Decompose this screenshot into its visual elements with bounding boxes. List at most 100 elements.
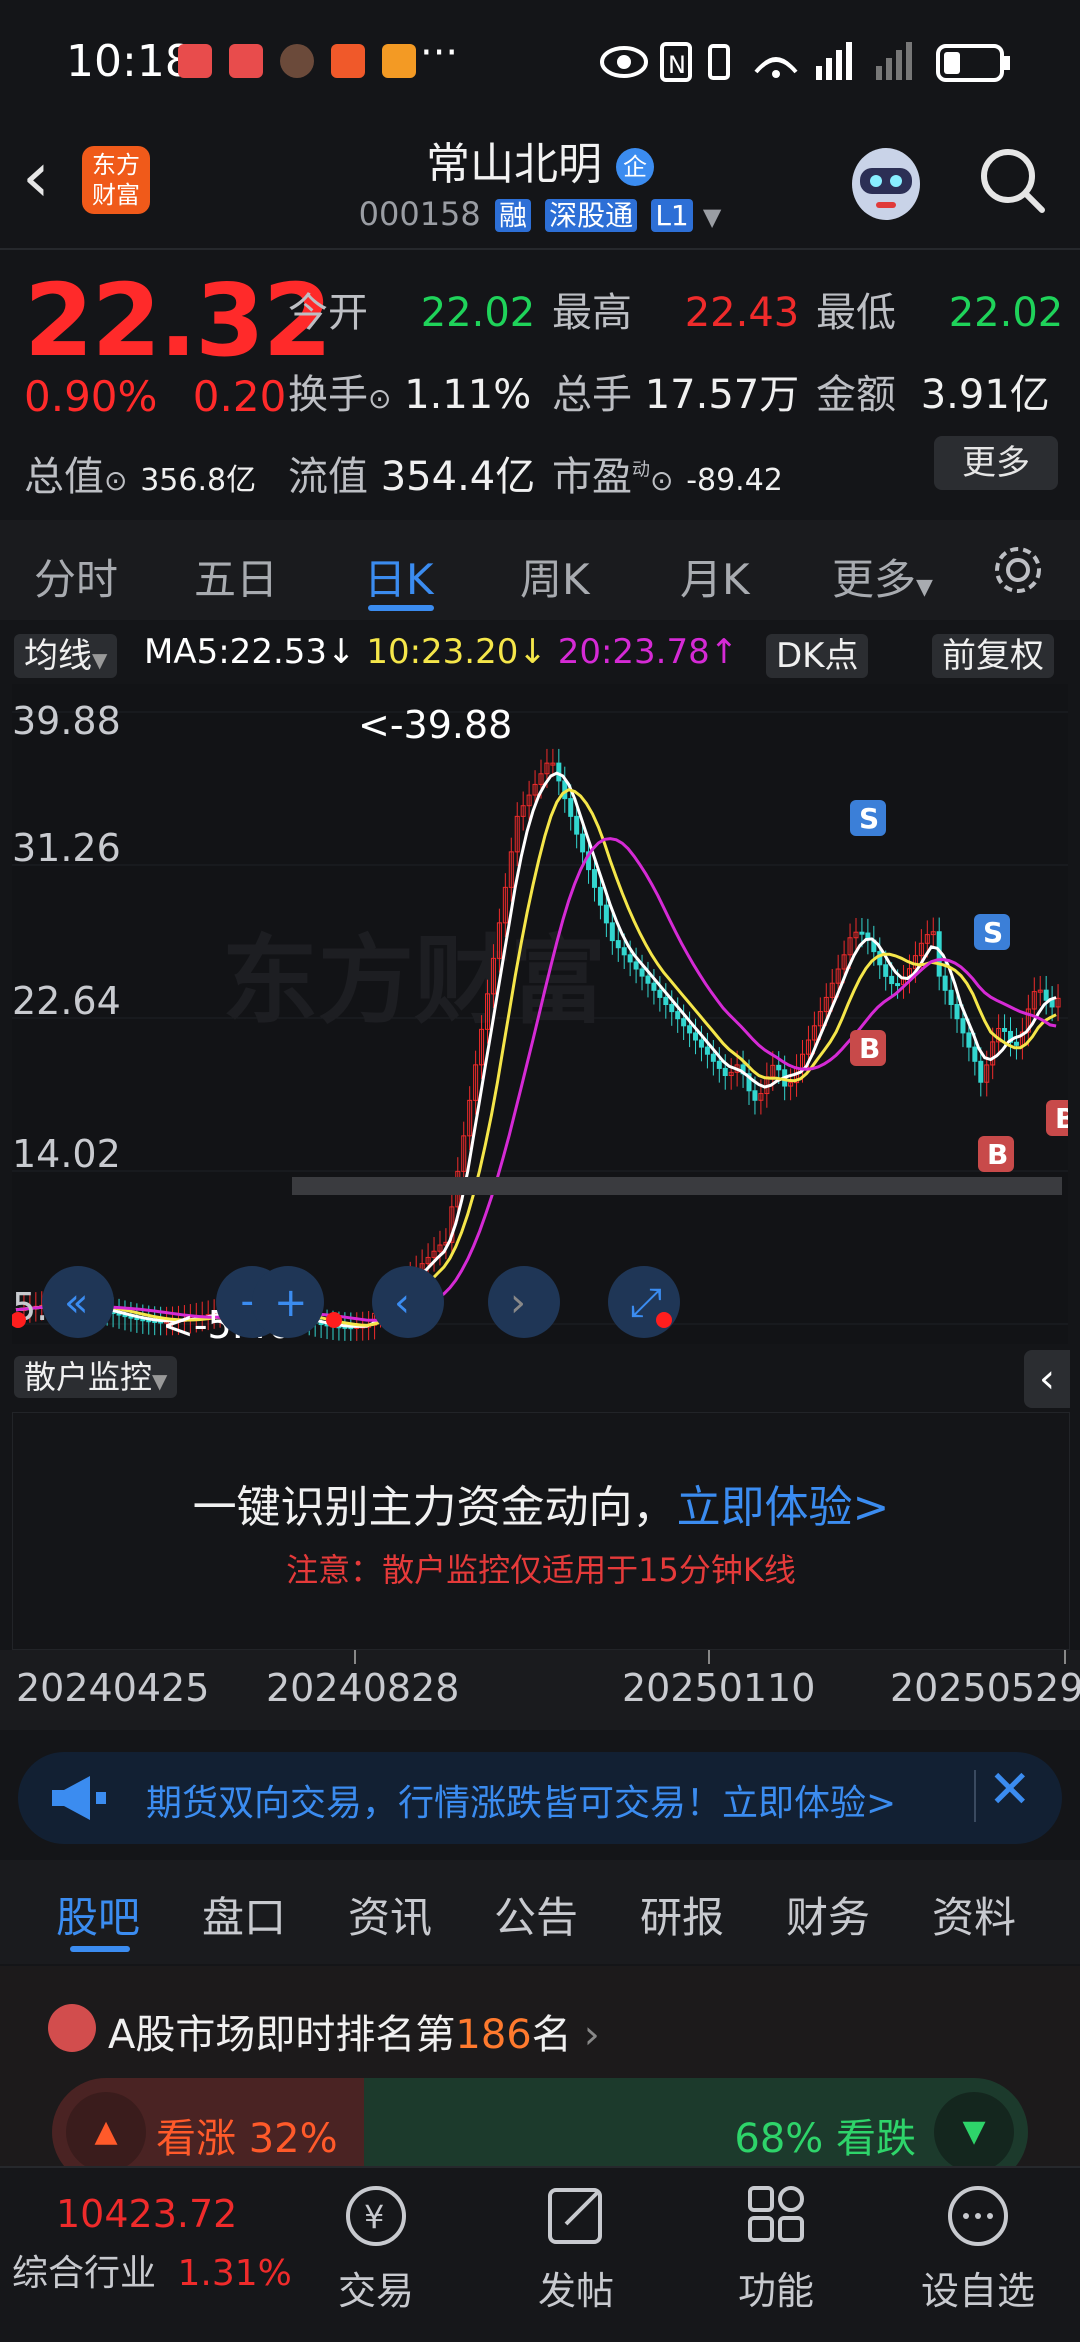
candle-body xyxy=(752,1090,758,1101)
info-icon[interactable]: ⊙ xyxy=(368,382,391,415)
svg-text:¥: ¥ xyxy=(364,2198,384,2236)
tab-guba[interactable]: 股吧 xyxy=(56,1884,140,1945)
adjust-label: 前复权 xyxy=(932,634,1054,678)
max-price-note: <-39.88 xyxy=(358,703,512,747)
scroll-left-button-glyph: ‹ xyxy=(394,1280,410,1326)
index-row[interactable]: 综合行业 1.31% xyxy=(12,2244,292,2296)
rank-prefix: A股市场即时排名第 xyxy=(108,2012,456,2058)
candle-body xyxy=(627,954,633,963)
dk-point-button[interactable]: DK点 xyxy=(766,628,869,678)
tab-profile[interactable]: 资料 xyxy=(932,1884,1016,1945)
ma-indicator-label: 均线 xyxy=(24,636,92,676)
nav-trade[interactable]: 交易 xyxy=(306,2260,446,2315)
more-quote-button[interactable]: 更多 xyxy=(934,436,1058,490)
index-value[interactable]: 10423.72 xyxy=(56,2192,237,2236)
total-value-label: 总值 xyxy=(24,454,104,500)
date-label: 20240425 xyxy=(16,1666,210,1710)
scroll-right-button-glyph: › xyxy=(510,1280,526,1326)
candle-body xyxy=(657,989,663,998)
tab-weekly-k[interactable]: 周K xyxy=(520,546,590,607)
rank-text[interactable]: A股市场即时排名第186名 › xyxy=(108,2002,600,2060)
tab-research[interactable]: 研报 xyxy=(640,1884,724,1945)
functions-grid-icon[interactable] xyxy=(706,2178,846,2254)
support-band xyxy=(292,1177,1062,1195)
candle-body xyxy=(663,996,669,1006)
tab-daily-k[interactable]: 日K xyxy=(364,546,434,607)
info-icon[interactable]: ⊙ xyxy=(650,464,673,497)
search-icon[interactable] xyxy=(978,146,1048,216)
vote-down-button[interactable]: ▼ xyxy=(934,2092,1014,2172)
megaphone-icon xyxy=(52,1776,106,1820)
bull-label: 看涨 32% xyxy=(156,2116,338,2162)
candle-body xyxy=(972,1046,978,1062)
y-axis-label: 39.88 xyxy=(12,699,121,743)
vote-up-button[interactable]: ▲ xyxy=(66,2092,146,2172)
kline-chart[interactable]: 东方财富39.8831.2622.6414.025.40<-39.88<-5.4… xyxy=(10,684,1080,1347)
ma-values: MA5:22.53↓ 10:23.20↓ 20:23.78↑ xyxy=(144,632,738,672)
promo-banner[interactable]: 期货双向交易，行情涨跌皆可交易！立即体验> ✕ xyxy=(18,1752,1062,1844)
trade-icon[interactable]: ¥ xyxy=(306,2178,446,2254)
tab-intraday[interactable]: 分时 xyxy=(34,546,118,607)
adjust-mode-button[interactable]: 前复权 xyxy=(932,628,1054,678)
candle-body xyxy=(716,1060,722,1069)
open-label: 今开 xyxy=(288,290,368,336)
candle-body xyxy=(1049,999,1055,1008)
y-axis-label: 22.64 xyxy=(12,979,121,1023)
date-label: 20250529 xyxy=(890,1666,1080,1710)
collapse-panel-button[interactable]: ‹ xyxy=(1024,1350,1070,1408)
candle-body xyxy=(633,961,639,970)
candle-body xyxy=(1013,1041,1019,1046)
high-label: 最高 xyxy=(552,290,632,336)
ma-indicator-dropdown[interactable]: 均线▼ xyxy=(14,628,118,678)
y-axis-label: 14.02 xyxy=(12,1132,121,1176)
date-tick xyxy=(354,1650,356,1664)
y-axis-label: 31.26 xyxy=(12,826,121,870)
monitor-cta-link[interactable]: 立即体验> xyxy=(677,1482,890,1533)
divider xyxy=(974,1770,976,1822)
candle-body xyxy=(645,975,651,984)
tab-monthly-k[interactable]: 月K xyxy=(680,546,750,607)
nav-post[interactable]: 发帖 xyxy=(506,2260,646,2315)
volume-label: 总手 xyxy=(552,372,632,418)
banner-text: 期货双向交易，行情涨跌皆可交易！立即体验> xyxy=(146,1783,897,1824)
candle-body xyxy=(978,1060,984,1083)
monitor-dropdown[interactable]: 散户监控▼ xyxy=(14,1352,178,1398)
amount-label: 金额 xyxy=(816,372,896,418)
candle-body xyxy=(609,922,615,942)
tab-news[interactable]: 资讯 xyxy=(348,1884,432,1945)
status-time: 10:18 xyxy=(66,36,193,87)
zoom-in-button-glyph: + xyxy=(274,1280,308,1326)
candle-body xyxy=(568,798,574,817)
settings-gear-icon[interactable] xyxy=(990,542,1046,598)
tab-orderbook[interactable]: 盘口 xyxy=(202,1884,286,1945)
low-value: 22.02 xyxy=(948,290,1064,336)
tab-finance[interactable]: 财务 xyxy=(786,1884,870,1945)
tab-announcements[interactable]: 公告 xyxy=(494,1884,578,1945)
scroll-left-fast-button-glyph: « xyxy=(64,1280,88,1326)
candle-body xyxy=(693,1032,699,1041)
nav-add-watchlist[interactable]: 设自选 xyxy=(908,2260,1048,2315)
pe-row: 市盈动⊙ -89.42 xyxy=(552,444,783,502)
volume-value: 17.57万 xyxy=(644,372,800,418)
turnover-row: 换手⊙ 1.11% xyxy=(288,362,531,420)
info-icon[interactable]: ⊙ xyxy=(104,464,127,497)
float-value-label: 流值 xyxy=(288,454,368,500)
tab-more[interactable]: 更多▼ xyxy=(832,546,933,607)
rank-number: 186 xyxy=(455,2012,532,2058)
assistant-robot-icon[interactable] xyxy=(846,138,926,228)
close-icon[interactable]: ✕ xyxy=(988,1760,1032,1820)
pe-label: 市盈 xyxy=(552,454,632,500)
candle-body xyxy=(776,1064,782,1071)
stock-name: 常山北明 xyxy=(426,139,602,190)
more-circle-icon[interactable] xyxy=(908,2178,1048,2254)
nav-functions[interactable]: 功能 xyxy=(706,2260,846,2315)
post-icon[interactable] xyxy=(506,2178,646,2254)
amount-row: 金额 3.91亿 xyxy=(816,362,1050,420)
candle-body xyxy=(1043,989,1049,1001)
chevron-down-icon: ▼ xyxy=(702,203,722,231)
candle-body xyxy=(942,975,948,991)
candle-body xyxy=(1002,1028,1008,1032)
tab-five-day[interactable]: 五日 xyxy=(194,546,278,607)
ma5-line xyxy=(15,771,1057,1328)
buy-marker-letter: B xyxy=(987,1138,1008,1171)
